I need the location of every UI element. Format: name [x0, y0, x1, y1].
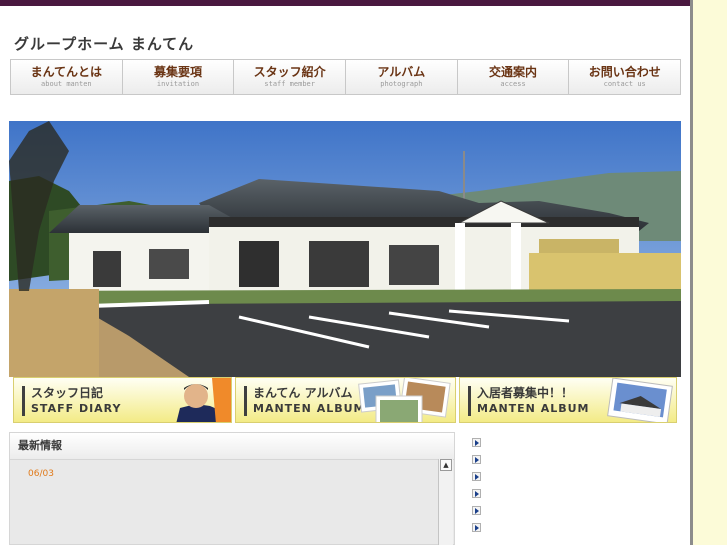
hero-photo [9, 121, 681, 377]
nav-label: スタッフ紹介 [253, 65, 326, 79]
link-arrow-icon[interactable] [472, 455, 481, 464]
banner-subtitle: MANTEN ALBUM [253, 402, 366, 415]
banner-accent-bar [244, 386, 247, 416]
house-photo [607, 378, 673, 422]
link-arrow-icon[interactable] [472, 523, 481, 532]
nav-label: アルバム [377, 65, 426, 79]
nav-sublabel: access [500, 80, 526, 88]
news-date[interactable]: 06/03 [28, 469, 54, 479]
nav-sublabel: about manten [41, 80, 92, 88]
banner-row: スタッフ日記 STAFF DIARY まんてん アルバム MANTEN ALBU… [13, 377, 677, 423]
banner-accent-bar [22, 386, 25, 416]
nav-item-staff[interactable]: スタッフ紹介 staff member [234, 60, 347, 94]
resident-recruit-banner[interactable]: 入居者募集中！！ MANTEN ALBUM [459, 377, 677, 423]
banner-accent-bar [468, 386, 471, 416]
banner-title: スタッフ日記 [31, 386, 104, 400]
side-panel [693, 0, 727, 545]
nav-label: まんてんとは [30, 65, 103, 79]
news-heading: 最新情報 [10, 433, 454, 460]
news-scrollbar[interactable]: ▲ [438, 459, 453, 545]
link-arrow-icon[interactable] [472, 438, 481, 447]
nav-sublabel: invitation [156, 80, 200, 88]
site-title: グループホーム まんてん [14, 35, 195, 53]
nav-item-contact[interactable]: お問い合わせ contact us [569, 60, 680, 94]
main-nav: まんてんとは about manten 募集要項 invitation スタッフ… [10, 59, 681, 95]
nav-item-invitation[interactable]: 募集要項 invitation [123, 60, 235, 94]
nav-sublabel: photograph [380, 80, 423, 88]
nav-item-about[interactable]: まんてんとは about manten [11, 60, 123, 94]
staff-diary-banner[interactable]: スタッフ日記 STAFF DIARY [13, 377, 232, 423]
banner-subtitle: STAFF DIARY [31, 402, 122, 415]
nav-item-access[interactable]: 交通案内 access [458, 60, 570, 94]
nav-item-album[interactable]: アルバム photograph [346, 60, 458, 94]
banner-title: 入居者募集中！！ [477, 386, 574, 400]
staff-photo [176, 378, 231, 422]
nav-label: 交通案内 [489, 65, 538, 79]
nav-sublabel: staff member [264, 80, 315, 88]
scroll-up-icon[interactable]: ▲ [440, 459, 452, 471]
nav-label: 募集要項 [154, 65, 203, 79]
banner-title: まんてん アルバム [253, 386, 353, 400]
news-panel: 最新情報 06/03 ▲ [9, 432, 455, 545]
link-arrow-icon[interactable] [472, 489, 481, 498]
link-arrow-icon[interactable] [472, 506, 481, 515]
side-links [472, 438, 492, 538]
manten-album-banner[interactable]: まんてん アルバム MANTEN ALBUM [235, 377, 456, 423]
album-photos [358, 378, 451, 422]
link-arrow-icon[interactable] [472, 472, 481, 481]
nav-sublabel: contact us [603, 80, 646, 88]
top-bar [0, 0, 692, 6]
banner-subtitle: MANTEN ALBUM [477, 402, 590, 415]
nav-label: お問い合わせ [588, 65, 661, 79]
